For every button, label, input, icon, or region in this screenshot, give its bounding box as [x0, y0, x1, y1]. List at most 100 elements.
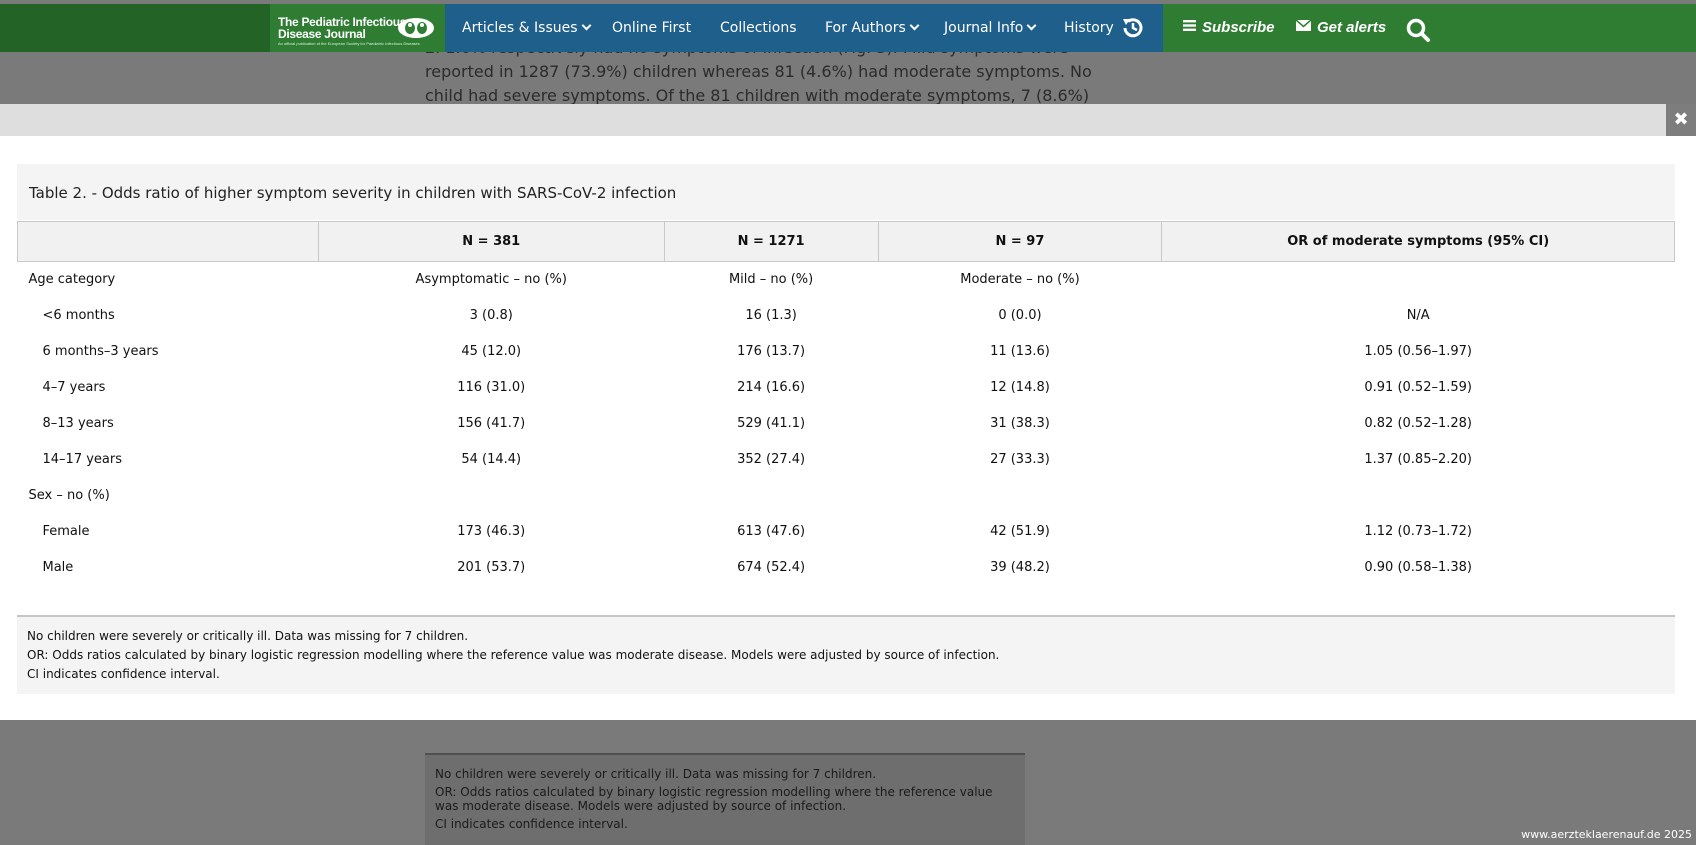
table-cell: 1.37 (0.85–2.20) — [1364, 452, 1472, 467]
table-cell: 613 (47.6) — [737, 524, 806, 539]
data-table: N = 381 N = 1271 N = 97 OR of moderate s… — [17, 221, 1675, 586]
table-cell — [664, 478, 878, 514]
table-cell: 0.82 (0.52–1.28) — [1364, 416, 1472, 431]
nav-label: For Authors — [825, 20, 906, 36]
subscribe-label: Subscribe — [1202, 19, 1275, 36]
column-header: N = 381 — [317, 221, 665, 262]
nav-label: Journal Info — [944, 20, 1024, 36]
table-cell: 674 (52.4) — [737, 560, 806, 575]
table-footnotes: No children were severely or critically … — [17, 615, 1675, 694]
column-header: OR of moderate symptoms (95% CI) — [1161, 221, 1675, 262]
table-cell — [318, 478, 664, 514]
row-label: Age category — [28, 272, 116, 288]
table-cell: 156 (41.7) — [457, 416, 526, 431]
nav-articles-issues[interactable]: Articles & Issues — [462, 4, 591, 52]
column-header: N = 97 — [877, 221, 1163, 262]
get-alerts-label: Get alerts — [1317, 19, 1387, 36]
chevron-down-icon — [909, 20, 920, 31]
nav-label: Collections — [720, 20, 797, 36]
nav-journal-info[interactable]: Journal Info — [944, 4, 1037, 52]
nav-label: History — [1064, 20, 1114, 36]
row-label: 6 months–3 years — [42, 344, 159, 359]
table-row: 14–17 years 54 (14.4) 352 (27.4) 27 (33.… — [18, 442, 1675, 478]
history-icon[interactable] — [1120, 15, 1146, 41]
table-row: Sex – no (%) — [18, 478, 1675, 514]
row-label: Sex – no (%) — [28, 488, 110, 503]
footnote: OR: Odds ratios calculated by binary log… — [27, 648, 1000, 662]
search-icon[interactable] — [1405, 17, 1431, 43]
row-label: <6 months — [42, 308, 115, 323]
modal-header-bar — [0, 104, 1696, 136]
table-cell: N/A — [1406, 308, 1430, 323]
journal-logo[interactable]: The Pediatric Infectious Disease Journal… — [278, 11, 438, 47]
table-cell: 31 (38.3) — [990, 416, 1050, 431]
nav-label: Articles & Issues — [462, 20, 578, 36]
table-cell: 201 (53.7) — [457, 560, 526, 575]
table-cell: 116 (31.0) — [457, 380, 526, 395]
table-caption-box: Table 2. - Odds ratio of higher symptom … — [17, 164, 1675, 220]
table-cell: 12 (14.8) — [990, 380, 1050, 395]
table-cell: 173 (46.3) — [457, 524, 526, 539]
get-alerts-link[interactable]: Get alerts — [1296, 4, 1386, 52]
table-cell: 42 (51.9) — [990, 524, 1050, 539]
nav-collections[interactable]: Collections — [720, 4, 797, 52]
table-cell — [1162, 262, 1675, 298]
close-button[interactable]: ✖ — [1666, 104, 1696, 136]
table-cell: 3 (0.8) — [469, 308, 513, 323]
top-navigation: The Pediatric Infectious Disease Journal… — [0, 4, 1696, 52]
column-header — [17, 221, 319, 262]
table-cell: 214 (16.6) — [737, 380, 806, 395]
footnote: No children were severely or critically … — [27, 629, 469, 643]
table-cell: 529 (41.1) — [737, 416, 806, 431]
chevron-down-icon — [581, 20, 591, 31]
footnote: No children were severely or critically … — [435, 767, 877, 781]
footnote: CI indicates confidence interval. — [27, 667, 220, 681]
row-label: 8–13 years — [42, 416, 114, 431]
table-cell: Mild – no (%) — [728, 272, 814, 288]
table-row: 6 months–3 years 45 (12.0) 176 (13.7) 11… — [18, 334, 1675, 370]
table-cell — [878, 478, 1162, 514]
table-cell: 39 (48.2) — [990, 560, 1050, 575]
logo-children-icon — [398, 18, 434, 38]
table-row: <6 months 3 (0.8) 16 (1.3) 0 (0.0) N/A — [18, 298, 1675, 334]
table-cell: 0.91 (0.52–1.59) — [1364, 380, 1472, 395]
nav-online-first[interactable]: Online First — [612, 4, 691, 52]
watermark: www.aerzteklaerenauf.de 2025 — [1521, 828, 1692, 841]
footnote: CI indicates confidence interval. — [435, 817, 628, 831]
column-header: N = 1271 — [663, 221, 879, 262]
table-cell: 0 (0.0) — [998, 308, 1042, 323]
nav-for-authors[interactable]: For Authors — [825, 4, 920, 52]
table-row: Age category Asymptomatic – no (%) Mild … — [18, 262, 1675, 298]
table-row: 4–7 years 116 (31.0) 214 (16.6) 12 (14.8… — [18, 370, 1675, 406]
menu-icon — [1183, 19, 1196, 31]
subscribe-link[interactable]: Subscribe — [1183, 4, 1275, 52]
table-cell: 176 (13.7) — [737, 344, 806, 359]
table-row: Female 173 (46.3) 613 (47.6) 42 (51.9) 1… — [18, 514, 1675, 550]
table-cell: 16 (1.3) — [745, 308, 797, 323]
table-cell: 352 (27.4) — [737, 452, 806, 467]
table-cell: 45 (12.0) — [461, 344, 522, 359]
row-label: 14–17 years — [42, 452, 123, 467]
table-cell: Asymptomatic – no (%) — [415, 272, 567, 288]
table-cell — [1162, 478, 1675, 514]
table-row: 8–13 years 156 (41.7) 529 (41.1) 31 (38.… — [18, 406, 1675, 442]
article-line: reported in 1287 (73.9%) children wherea… — [425, 62, 1092, 81]
table-modal: Table 2. - Odds ratio of higher symptom … — [0, 136, 1696, 720]
nav-left-band — [0, 4, 270, 52]
logo-title-line2: Disease Journal — [278, 27, 366, 41]
article-table-footnotes: No children were severely or critically … — [425, 753, 1025, 845]
logo-tagline: An official publication of the European … — [278, 41, 420, 46]
row-label: 4–7 years — [42, 380, 106, 395]
table-cell: Moderate – no (%) — [960, 272, 1080, 288]
chevron-down-icon — [1026, 20, 1037, 31]
nav-history[interactable]: History — [1064, 4, 1114, 52]
envelope-icon — [1296, 18, 1311, 31]
table-caption: Table 2. - Odds ratio of higher symptom … — [29, 184, 677, 202]
table-cell: 54 (14.4) — [461, 452, 522, 467]
footnote: OR: Odds ratios calculated by binary log… — [435, 785, 993, 813]
table-row: Male 201 (53.7) 674 (52.4) 39 (48.2) 0.9… — [18, 550, 1675, 586]
row-label: Male — [42, 560, 74, 575]
table-header-row: N = 381 N = 1271 N = 97 OR of moderate s… — [17, 221, 1675, 262]
table-cell: 1.12 (0.73–1.72) — [1364, 524, 1472, 539]
nav-label: Online First — [612, 20, 692, 36]
